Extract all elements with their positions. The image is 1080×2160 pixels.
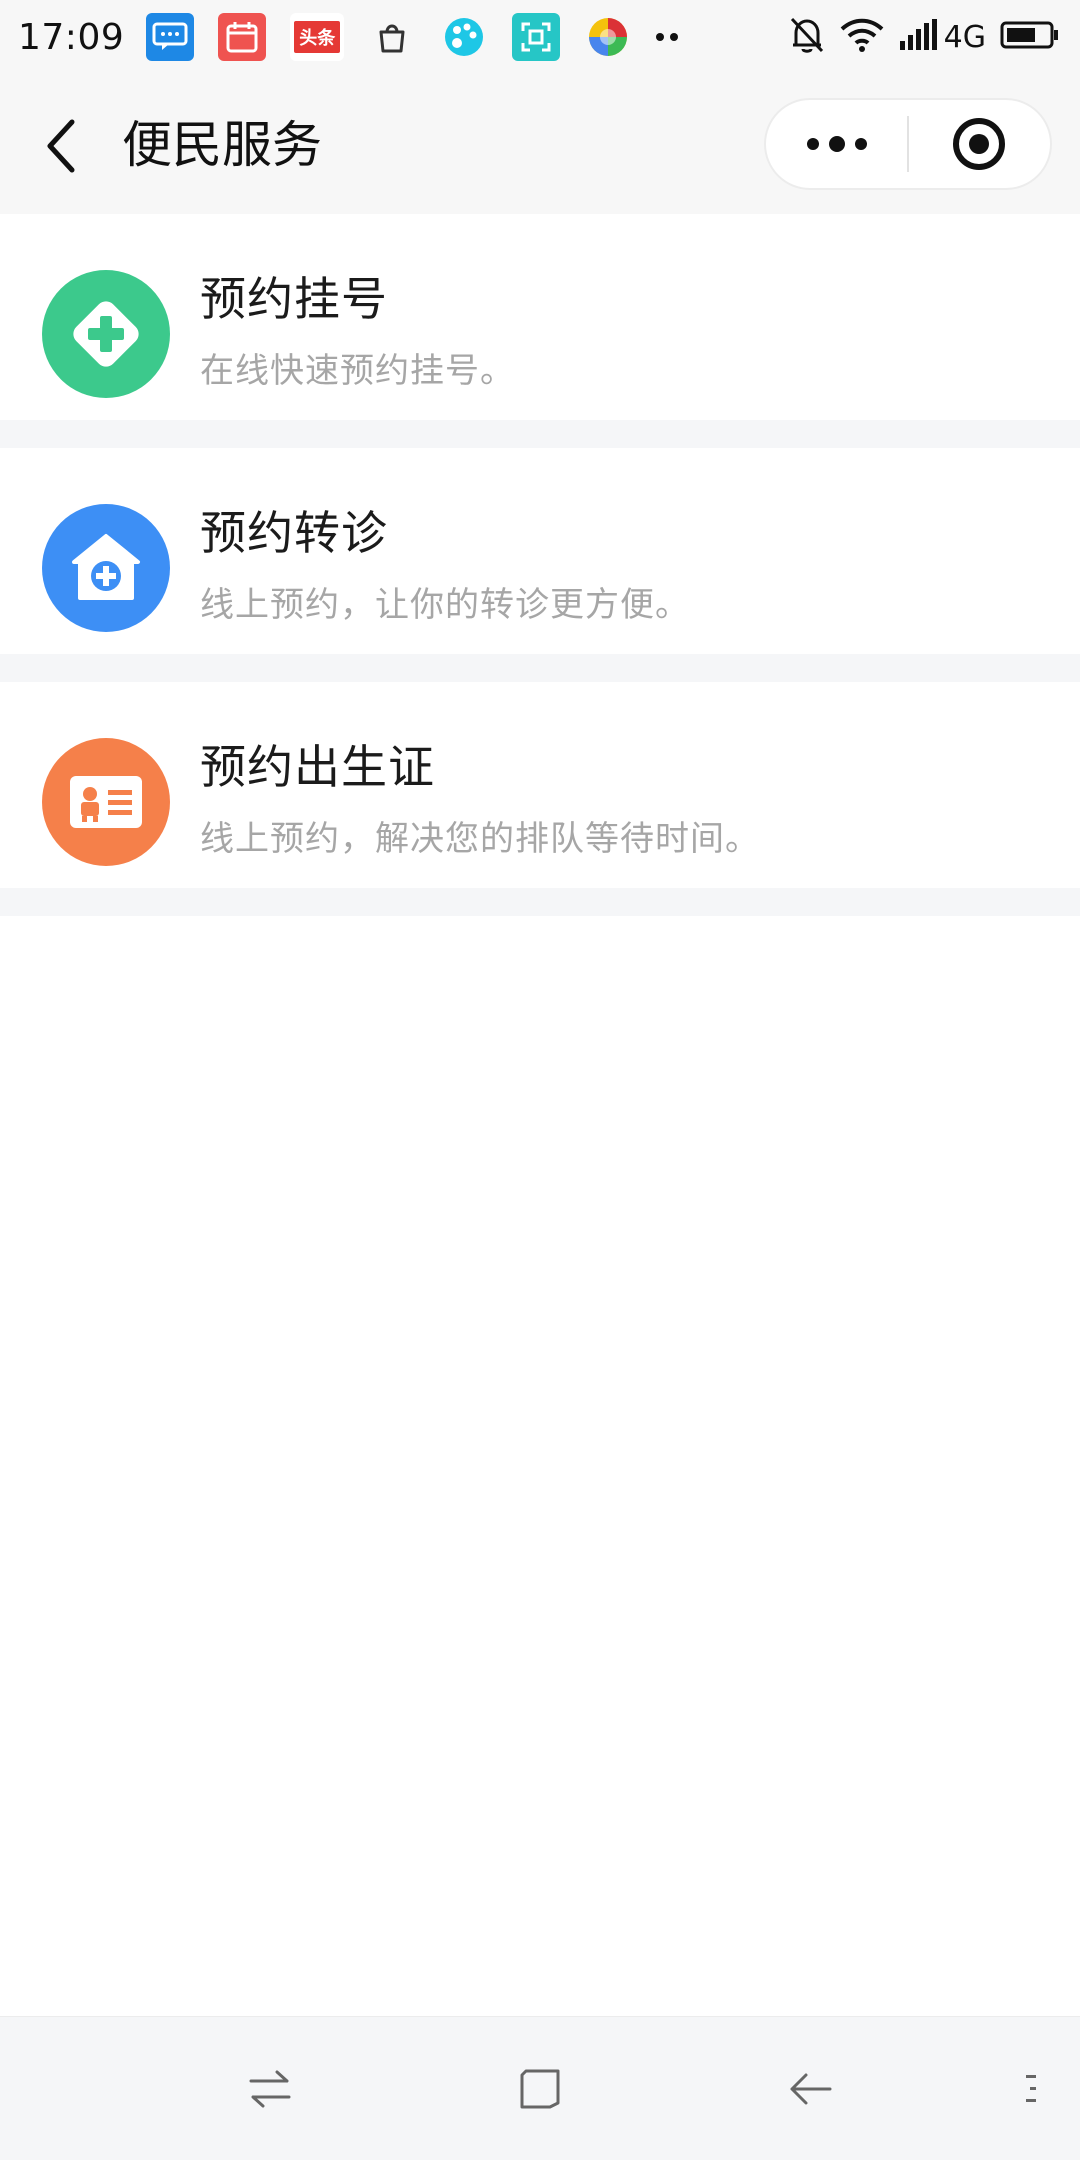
target-icon — [953, 118, 1006, 170]
service-item-appointment-registration[interactable]: 预约挂号 在线快速预约挂号。 — [0, 214, 1080, 448]
back-nav-button[interactable] — [780, 2059, 840, 2119]
back-button[interactable] — [36, 114, 84, 178]
bell-off-icon — [788, 15, 826, 59]
more-button[interactable] — [766, 100, 907, 188]
back-arrow-icon — [790, 2073, 832, 2105]
toutiao-icon: 头条 — [290, 13, 345, 61]
home-square-icon — [520, 2069, 560, 2109]
toutiao-label: 头条 — [294, 21, 341, 53]
page-title: 便民服务 — [122, 116, 322, 174]
switch-button[interactable] — [240, 2059, 300, 2119]
color-ball-icon — [584, 13, 632, 61]
more-dots-icon — [806, 136, 867, 152]
switch-icon — [249, 2070, 291, 2108]
wifi-icon — [840, 17, 884, 57]
notification-icons: 头条 — [146, 13, 679, 61]
home-button[interactable] — [510, 2059, 570, 2119]
id-card-icon — [42, 738, 170, 866]
status-time: 17:09 — [18, 16, 125, 58]
service-list: 预约挂号 在线快速预约挂号。 预约转诊 线上预约，让你的转诊更方便。 预约出生证… — [0, 214, 1080, 916]
palette-icon — [440, 13, 488, 61]
service-item-birth-certificate[interactable]: 预约出生证 线上预约，解决您的排队等待时间。 — [0, 682, 1080, 916]
service-description: 线上预约，让你的转诊更方便。 — [200, 585, 690, 625]
plus-diamond-icon — [42, 270, 170, 398]
house-plus-icon — [42, 504, 170, 632]
navigation-header: 便民服务 — [0, 74, 1080, 214]
menu-icon — [1026, 2075, 1036, 2102]
shopping-bag-icon — [368, 13, 416, 61]
service-title: 预约挂号 — [200, 272, 388, 326]
system-navigation-bar — [0, 2016, 1080, 2160]
service-description: 在线快速预约挂号。 — [200, 351, 515, 391]
more-notifications-icon — [656, 33, 679, 41]
message-icon — [146, 13, 195, 61]
battery-icon — [1000, 20, 1060, 54]
system-indicators: 4G — [788, 15, 1060, 59]
mini-program-capsule — [764, 98, 1052, 190]
signal-icon — [898, 19, 938, 55]
scan-icon — [512, 13, 561, 61]
network-type: 4G — [943, 19, 986, 55]
service-description: 线上预约，解决您的排队等待时间。 — [200, 819, 760, 859]
chevron-left-icon — [47, 119, 75, 173]
calendar-icon — [218, 13, 267, 61]
service-item-referral[interactable]: 预约转诊 线上预约，让你的转诊更方便。 — [0, 448, 1080, 682]
menu-button[interactable] — [1000, 2059, 1060, 2119]
service-title: 预约出生证 — [200, 740, 435, 794]
status-bar: 17:09 头条 4G — [0, 0, 1080, 74]
close-button[interactable] — [909, 100, 1050, 188]
service-title: 预约转诊 — [200, 506, 388, 560]
